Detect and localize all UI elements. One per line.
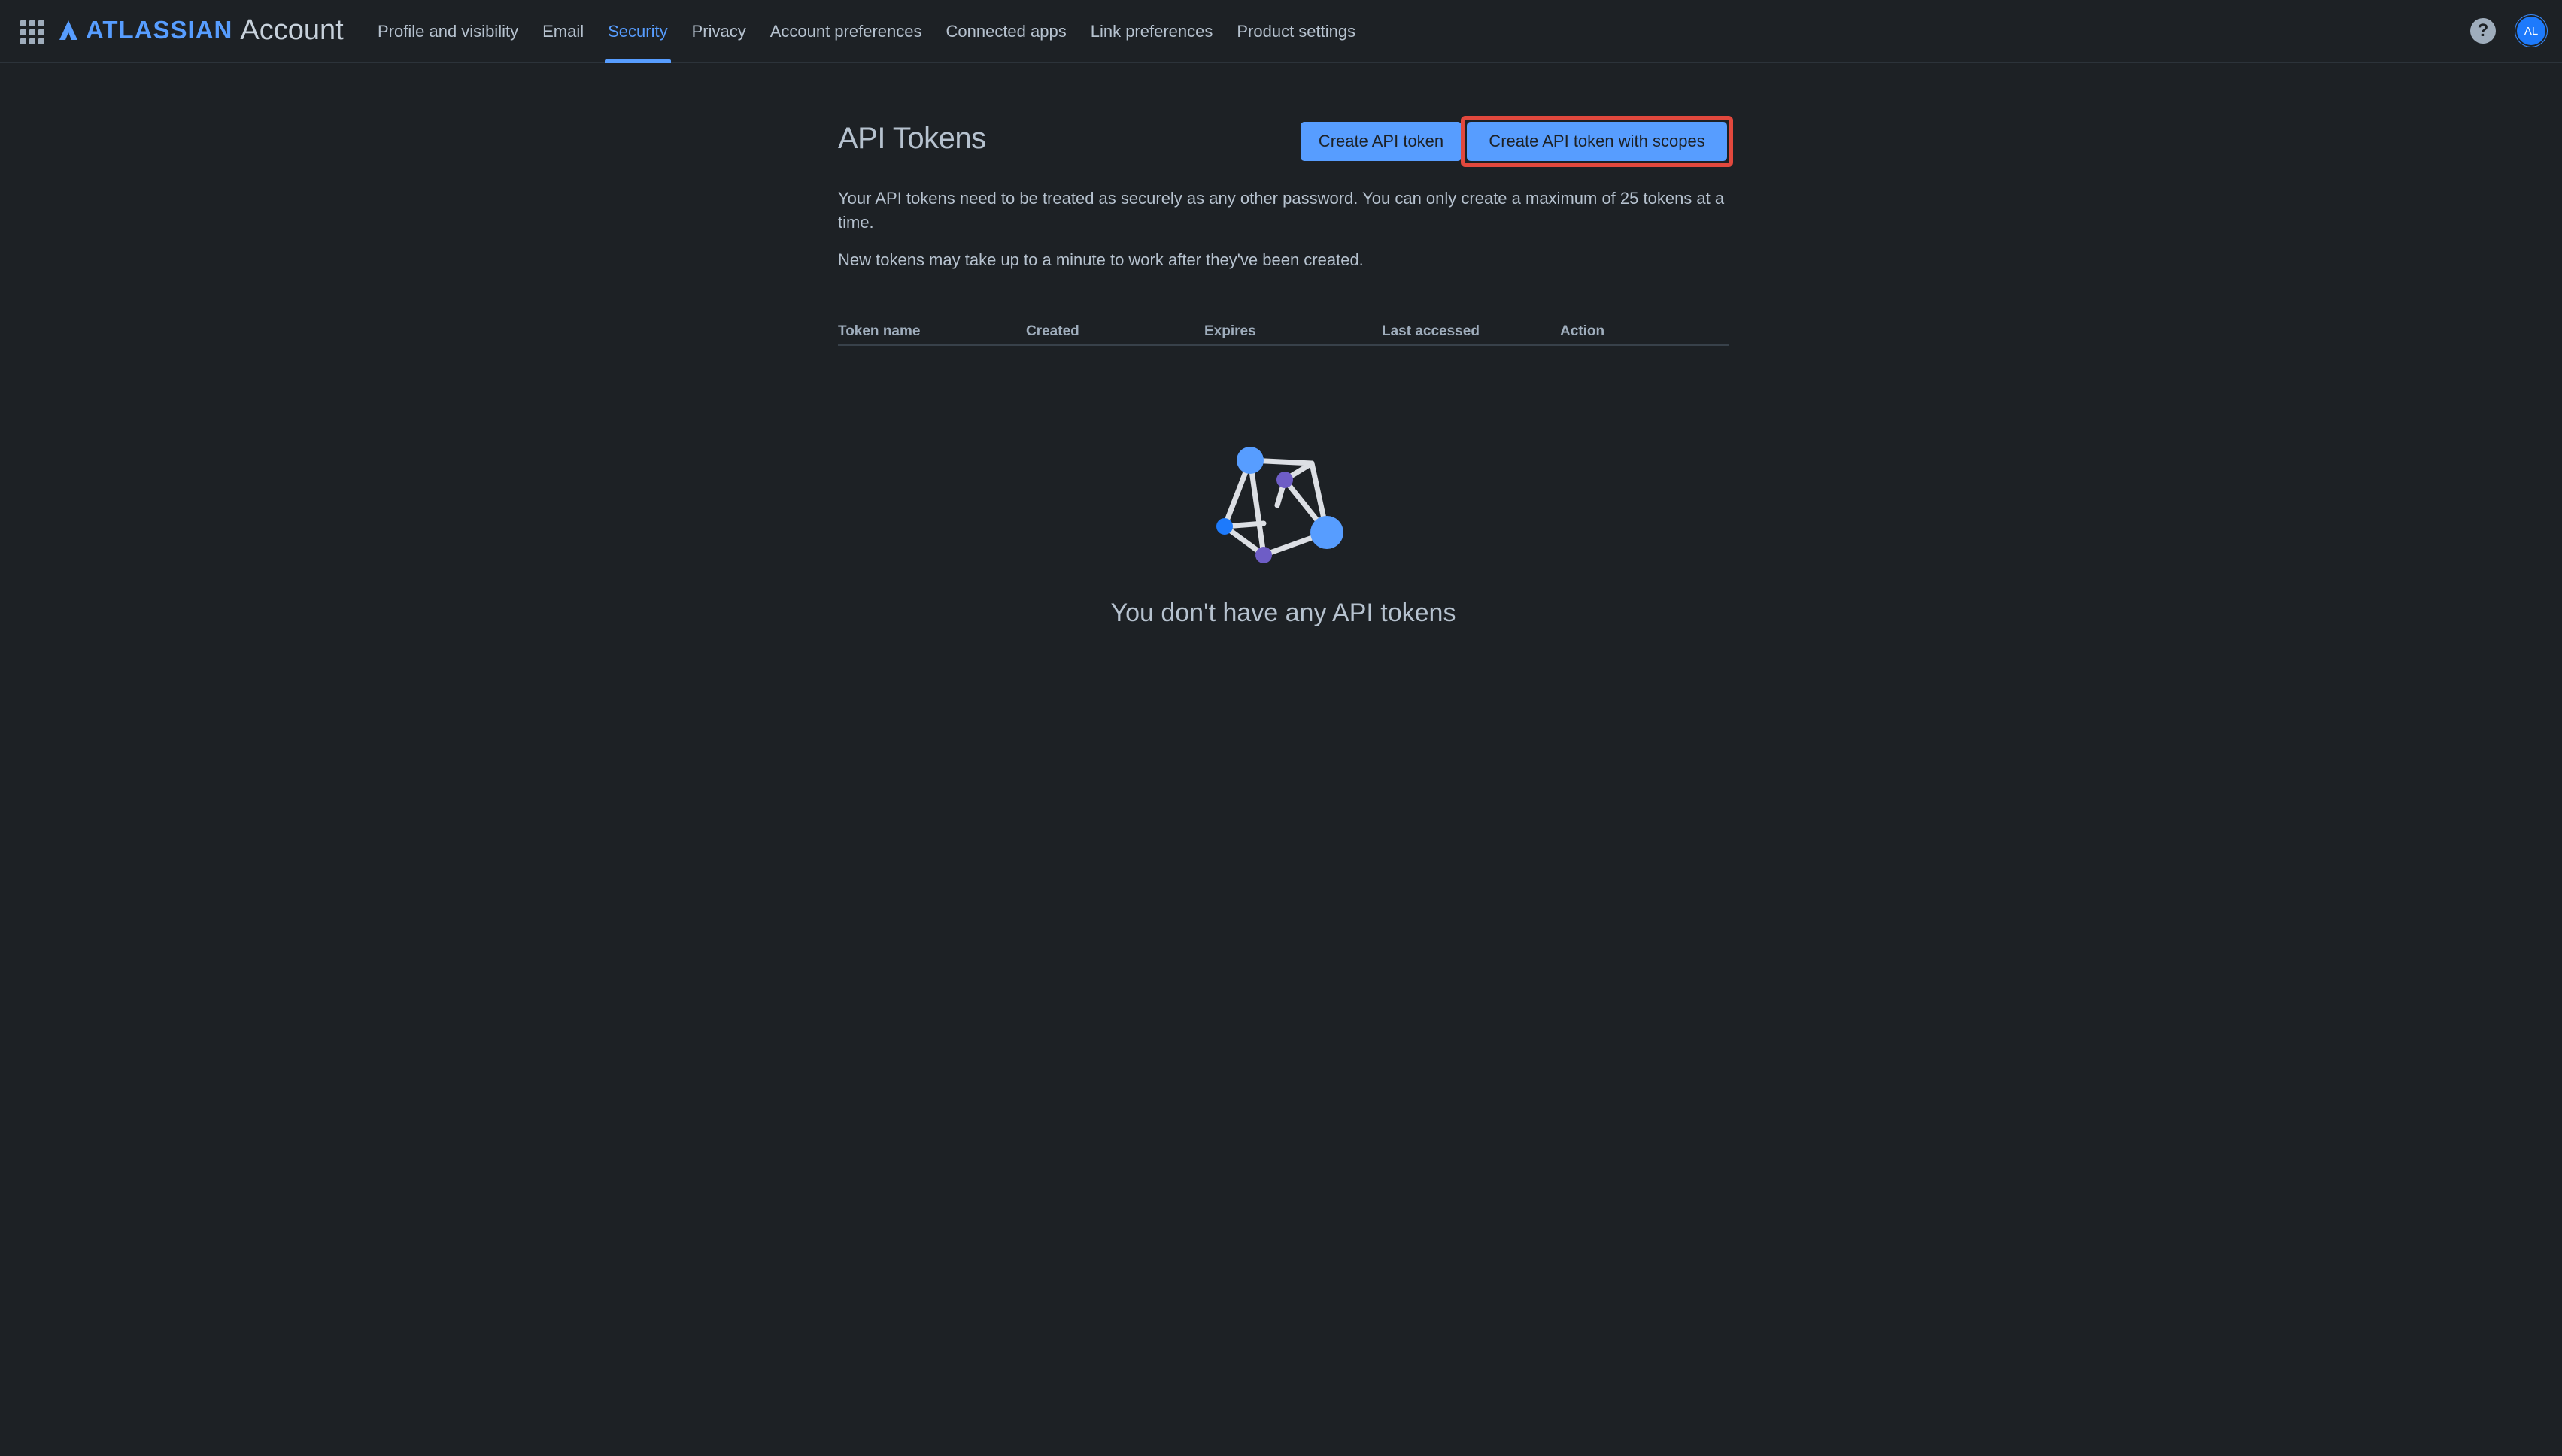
nav-tab-link-preferences[interactable]: Link preferences — [1079, 0, 1225, 63]
atlassian-logo-icon — [59, 20, 77, 40]
top-navigation-bar: ATLASSIAN Account Profile and visibility… — [0, 0, 2562, 63]
nav-tab-account-preferences[interactable]: Account preferences — [758, 0, 934, 63]
tokens-description: Your API tokens need to be treated as se… — [838, 189, 1725, 232]
column-header-created[interactable]: Created — [1026, 323, 1079, 340]
empty-state-message: You don't have any API tokens — [1110, 599, 1456, 627]
page-title: API Tokens — [838, 122, 986, 155]
nav-tab-product-settings[interactable]: Product settings — [1225, 0, 1368, 63]
user-avatar[interactable]: AL — [2517, 17, 2545, 45]
create-api-token-button[interactable]: Create API token — [1301, 122, 1462, 161]
app-switcher-grid-icon[interactable] — [18, 18, 44, 44]
nav-tab-security[interactable]: Security — [596, 0, 679, 63]
column-header-token-name[interactable]: Token name — [838, 323, 920, 340]
nav-tab-privacy[interactable]: Privacy — [680, 0, 758, 63]
atlassian-account-logo[interactable]: ATLASSIAN Account — [57, 9, 344, 51]
nav-tab-connected-apps[interactable]: Connected apps — [933, 0, 1078, 63]
help-icon[interactable]: ? — [2470, 18, 2496, 44]
nav-tab-email[interactable]: Email — [530, 0, 596, 63]
create-api-token-with-scopes-button[interactable]: Create API token with scopes — [1467, 122, 1727, 161]
nav-tab-profile-and-visibility[interactable]: Profile and visibility — [366, 0, 530, 63]
network-nodes-illustration — [1216, 447, 1343, 563]
main-nav: Profile and visibility Email Security Pr… — [366, 0, 1368, 63]
column-header-action: Action — [1560, 323, 1605, 339]
tokens-table-header: Token name Created Expires Last accessed… — [838, 316, 1729, 346]
product-name: Account — [240, 14, 344, 46]
column-header-expires[interactable]: Expires — [1204, 323, 1256, 340]
brand-name: ATLASSIAN — [86, 16, 233, 44]
tokens-note: New tokens may take up to a minute to wo… — [838, 250, 1364, 269]
column-header-last-accessed[interactable]: Last accessed — [1382, 323, 1480, 340]
